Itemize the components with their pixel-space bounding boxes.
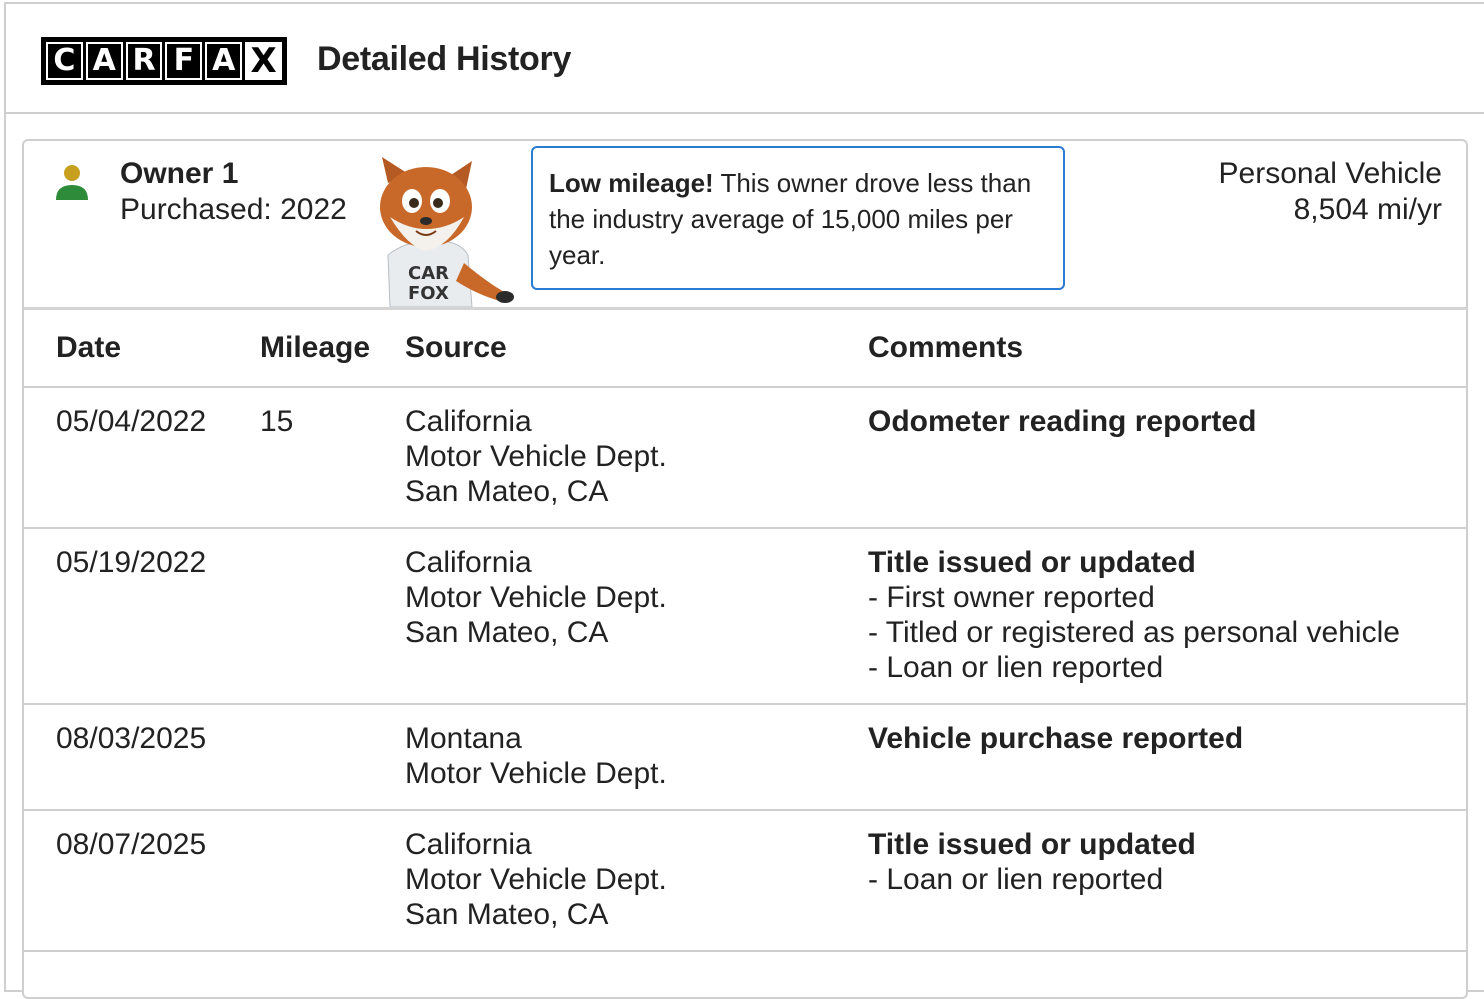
logo-letter: R bbox=[125, 42, 163, 80]
report-header: C A R F A X Detailed History bbox=[4, 2, 1484, 114]
logo-letter: A bbox=[85, 42, 123, 80]
comment-item: - Loan or lien reported bbox=[868, 651, 1164, 684]
cell-comments: Vehicle purchase reported bbox=[868, 704, 1466, 811]
source-line: California bbox=[405, 405, 532, 438]
source-line: Motor Vehicle Dept. bbox=[405, 757, 667, 790]
comment-item: - Titled or registered as personal vehic… bbox=[868, 616, 1400, 649]
source-line: San Mateo, CA bbox=[405, 475, 609, 508]
comment-title: Odometer reading reported bbox=[868, 405, 1257, 438]
mascot-shirt-text: CAR bbox=[408, 263, 449, 284]
source-line: Motor Vehicle Dept. bbox=[405, 581, 667, 614]
table-row: 05/19/2022 California Motor Vehicle Dept. S… bbox=[24, 528, 1466, 705]
low-mileage-callout: Low mileage! This owner drove less than … bbox=[531, 146, 1065, 290]
cell-source: California Motor Vehicle Dept. San Mateo, … bbox=[405, 528, 868, 705]
cell-mileage bbox=[260, 704, 405, 811]
vehicle-type: Personal Vehicle bbox=[1218, 157, 1442, 190]
cell-comments: Title issued or updated - First owner rep… bbox=[868, 528, 1466, 705]
logo-letter: F bbox=[165, 42, 203, 80]
cell-date: 05/19/2022 bbox=[24, 528, 260, 705]
column-header-source: Source bbox=[405, 310, 868, 388]
source-line: Motor Vehicle Dept. bbox=[405, 440, 667, 473]
source-line: San Mateo, CA bbox=[405, 898, 609, 931]
table-row: 08/03/2025 Montana Motor Vehicle Dept. Vehi… bbox=[24, 704, 1466, 811]
cell-comments: Odometer reading reported bbox=[868, 387, 1466, 529]
source-line: California bbox=[405, 828, 532, 861]
cell-mileage bbox=[260, 528, 405, 705]
owner-name: Owner 1 bbox=[120, 157, 239, 190]
history-table: Date Mileage Source Comments 05/04/2022 1… bbox=[24, 310, 1466, 952]
column-header-comments: Comments bbox=[868, 310, 1466, 388]
column-header-mileage: Mileage bbox=[260, 310, 405, 388]
comment-item: - Loan or lien reported bbox=[868, 863, 1164, 896]
cell-source: Montana Motor Vehicle Dept. bbox=[405, 704, 868, 811]
cell-mileage bbox=[260, 810, 405, 952]
cell-date: 08/03/2025 bbox=[24, 704, 260, 811]
owner-purchased: Purchased: 2022 bbox=[120, 193, 347, 226]
carfax-logo: C A R F A X bbox=[41, 37, 287, 85]
person-icon bbox=[56, 165, 88, 200]
owner-summary: Owner 1 Purchased: 2022 CAR FOX Low mile… bbox=[24, 141, 1466, 310]
source-line: Motor Vehicle Dept. bbox=[405, 863, 667, 896]
logo-letter: A bbox=[205, 42, 243, 80]
table-row: 05/04/2022 15 California Motor Vehicle Dept… bbox=[24, 387, 1466, 529]
comment-title: Title issued or updated bbox=[868, 546, 1196, 579]
carfox-mascot: CAR FOX bbox=[380, 157, 514, 307]
mascot-shirt-text-2: FOX bbox=[408, 283, 449, 304]
source-line: California bbox=[405, 546, 532, 579]
table-row: 08/07/2025 California Motor Vehicle Dept. S… bbox=[24, 810, 1466, 952]
cell-source: California Motor Vehicle Dept. San Mateo, … bbox=[405, 810, 868, 952]
table-header-row: Date Mileage Source Comments bbox=[24, 310, 1466, 388]
cell-mileage: 15 bbox=[260, 387, 405, 529]
cell-date: 08/07/2025 bbox=[24, 810, 260, 952]
cell-comments: Title issued or updated - Loan or lien re… bbox=[868, 810, 1466, 952]
miles-per-year: 8,504 mi/yr bbox=[1293, 193, 1442, 226]
owner-history-card: Owner 1 Purchased: 2022 CAR FOX Low mile… bbox=[22, 139, 1468, 999]
cell-source: California Motor Vehicle Dept. San Mateo, … bbox=[405, 387, 868, 529]
page-title: Detailed History bbox=[317, 40, 572, 78]
column-header-date: Date bbox=[24, 310, 260, 388]
cell-date: 05/04/2022 bbox=[24, 387, 260, 529]
logo-letter: C bbox=[46, 42, 83, 80]
source-line: Montana bbox=[405, 722, 522, 755]
source-line: San Mateo, CA bbox=[405, 616, 609, 649]
callout-highlight: Low mileage! bbox=[549, 168, 714, 198]
logo-letter: X bbox=[245, 42, 282, 80]
comment-title: Title issued or updated bbox=[868, 828, 1196, 861]
comment-item: - First owner reported bbox=[868, 581, 1155, 614]
comment-title: Vehicle purchase reported bbox=[868, 722, 1244, 755]
